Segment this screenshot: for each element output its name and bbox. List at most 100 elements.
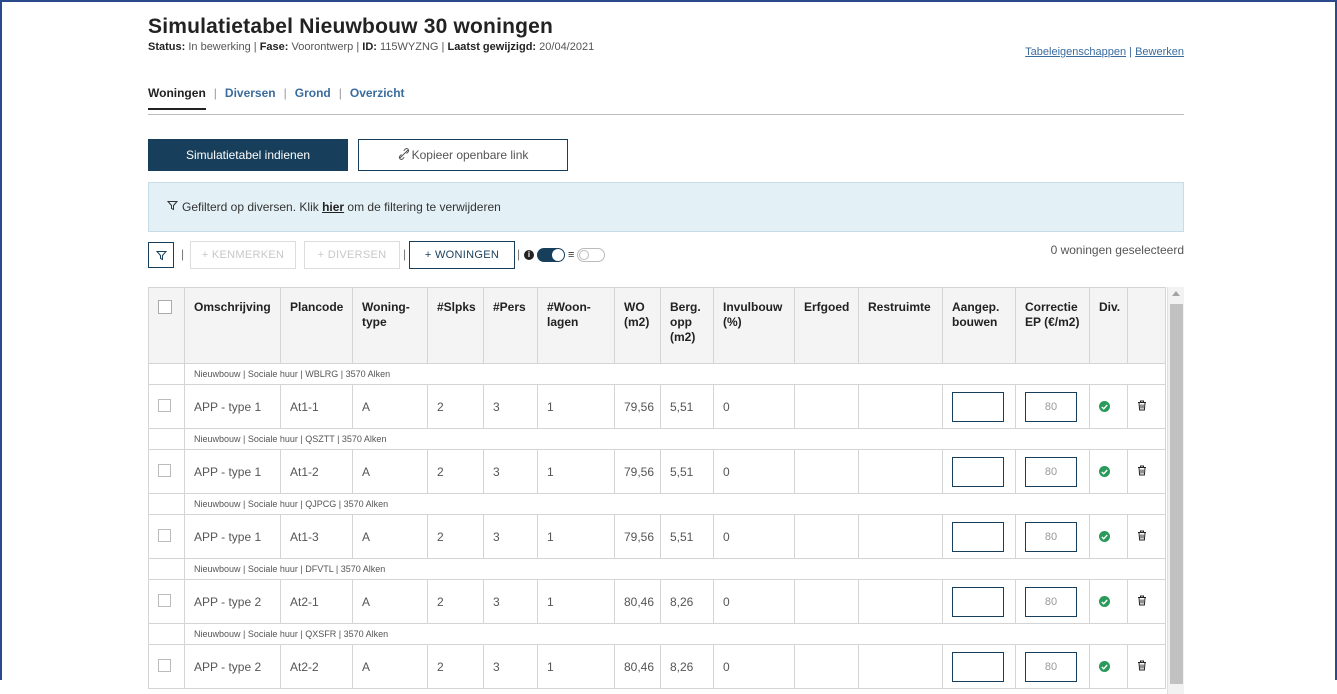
aangep-bouwen-input[interactable] (952, 456, 1004, 487)
cell-wo: 80,46 (614, 644, 661, 689)
cell-delete (1127, 384, 1166, 429)
cell-berg: 5,51 (660, 384, 714, 429)
trash-icon[interactable] (1137, 465, 1147, 479)
trash-icon[interactable] (1137, 400, 1147, 414)
aangep-bouwen-input[interactable] (952, 586, 1004, 617)
tab-sep: | (213, 86, 217, 100)
add-woningen-button[interactable]: + WONINGEN (409, 241, 515, 269)
submit-simulation-button[interactable]: Simulatietabel indienen (148, 139, 348, 171)
trash-icon[interactable] (1137, 595, 1147, 609)
cell-woonlagen: 1 (537, 644, 615, 689)
cell-woonlagen: 1 (537, 579, 615, 624)
status-label: Status: (148, 41, 186, 53)
gewijzigd-value: 20/04/2021 (539, 41, 595, 53)
scroll-thumb[interactable] (1170, 304, 1183, 684)
correctie-ep-input[interactable]: 80 (1025, 391, 1077, 422)
col-div[interactable]: Div. (1089, 287, 1128, 364)
table-scrollbar[interactable] (1167, 287, 1184, 694)
cell-omschrijving: APP - type 1 (184, 384, 281, 429)
col-correctie-ep[interactable]: Correctie EP (€/m2) (1015, 287, 1090, 364)
col-aangep-bouwen[interactable]: Aangep. bouwen (942, 287, 1016, 364)
col-wo[interactable]: WO (m2) (614, 287, 661, 364)
table-row[interactable]: APP - type 2 At2-2 A 2 3 1 80,46 8,26 0 80 (148, 644, 1166, 689)
col-woningtype[interactable]: Woning-type (352, 287, 428, 364)
row-checkbox[interactable] (158, 528, 171, 542)
cell-erfgoed (794, 384, 859, 429)
info-icon[interactable]: i (524, 250, 534, 260)
cell-type: A (352, 384, 428, 429)
cell-slpks: 2 (427, 644, 484, 689)
group-spacer-cell (148, 558, 185, 580)
cell-wo: 79,56 (614, 384, 661, 429)
cell-pers: 3 (483, 514, 538, 559)
col-actions (1127, 287, 1166, 364)
fase-label: Fase: (259, 41, 289, 53)
status-value: In bewerking (188, 41, 251, 53)
aangep-bouwen-input[interactable] (952, 651, 1004, 682)
row-checkbox[interactable] (158, 398, 171, 412)
cell-aangep-bouwen (942, 579, 1016, 624)
cell-slpks: 2 (427, 514, 484, 559)
bewerken-link[interactable]: Bewerken (1135, 46, 1184, 58)
tab-grond[interactable]: Grond (295, 86, 331, 108)
woningen-table: Omschrijving Plancode Woning-type #Slpks… (148, 287, 1166, 689)
row-checkbox[interactable] (158, 463, 171, 477)
fase-value: Voorontwerp (291, 41, 354, 53)
list-view-toggle[interactable] (577, 248, 606, 262)
correctie-ep-input[interactable]: 80 (1025, 651, 1077, 682)
tab-overzicht[interactable]: Overzicht (350, 86, 405, 108)
cell-pers: 3 (483, 644, 538, 689)
table-row[interactable]: APP - type 1 At1-1 A 2 3 1 79,56 5,51 0 80 (148, 384, 1166, 429)
col-pers[interactable]: #Pers (483, 287, 538, 364)
cell-invul: 0 (713, 644, 795, 689)
cell-omschrijving: APP - type 1 (184, 514, 281, 559)
tabeleigenschappen-link[interactable]: Tabeleigenschappen (1025, 46, 1126, 58)
col-slpks[interactable]: #Slpks (427, 287, 484, 364)
link-sep: | (1126, 46, 1136, 58)
correctie-ep-input[interactable]: 80 (1025, 456, 1077, 487)
add-diversen-button[interactable]: + DIVERSEN (304, 241, 400, 269)
toggle-knob (579, 250, 590, 260)
col-woonlagen[interactable]: #Woon-lagen (537, 287, 615, 364)
cell-type: A (352, 514, 428, 559)
filter-toggle-button[interactable] (148, 242, 174, 268)
table-row[interactable]: APP - type 2 At2-1 A 2 3 1 80,46 8,26 0 80 (148, 579, 1166, 624)
tab-bar: Woningen | Diversen | Grond | Overzicht (148, 86, 1184, 115)
row-checkbox[interactable] (158, 658, 171, 672)
col-omschrijving[interactable]: Omschrijving (184, 287, 281, 364)
copy-public-link-button[interactable]: Kopieer openbare link (358, 139, 568, 171)
scroll-up-icon[interactable] (1172, 291, 1180, 296)
col-restruimte[interactable]: Restruimte (858, 287, 943, 364)
group-row: Nieuwbouw | Sociale huur | WBLRG | 3570 … (148, 363, 1166, 385)
col-erfgoed[interactable]: Erfgoed (794, 287, 859, 364)
link-icon (398, 147, 412, 163)
col-plancode[interactable]: Plancode (280, 287, 353, 364)
trash-icon[interactable] (1137, 660, 1147, 674)
aangep-bouwen-input[interactable] (952, 391, 1004, 422)
tab-diversen[interactable]: Diversen (225, 86, 276, 108)
group-spacer-cell (148, 428, 185, 450)
cell-correctie-ep: 80 (1015, 644, 1090, 689)
table-row[interactable]: APP - type 1 At1-3 A 2 3 1 79,56 5,51 0 80 (148, 514, 1166, 559)
aangep-bouwen-input[interactable] (952, 521, 1004, 552)
correctie-ep-input[interactable]: 80 (1025, 521, 1077, 552)
cell-restruimte (858, 644, 943, 689)
compact-view-toggle[interactable] (537, 248, 565, 262)
add-kenmerken-button[interactable]: + KENMERKEN (190, 241, 296, 269)
selected-count: 0 woningen geselecteerd (1050, 243, 1184, 257)
select-all-checkbox[interactable] (158, 300, 172, 314)
cell-slpks: 2 (427, 449, 484, 494)
col-berg[interactable]: Berg. opp (m2) (660, 287, 714, 364)
trash-icon[interactable] (1137, 530, 1147, 544)
col-invulbouw[interactable]: Invulbouw (%) (713, 287, 795, 364)
group-spacer-cell (148, 363, 185, 385)
row-select-cell (148, 384, 185, 429)
cell-berg: 5,51 (660, 514, 714, 559)
remove-filter-link[interactable]: hier (322, 200, 344, 214)
correctie-ep-input[interactable]: 80 (1025, 586, 1077, 617)
group-label: Nieuwbouw | Sociale huur | QJPCG | 3570 … (184, 493, 1166, 515)
tab-woningen[interactable]: Woningen (148, 86, 206, 110)
row-checkbox[interactable] (158, 593, 171, 607)
table-row[interactable]: APP - type 1 At1-2 A 2 3 1 79,56 5,51 0 80 (148, 449, 1166, 494)
cell-delete (1127, 514, 1166, 559)
